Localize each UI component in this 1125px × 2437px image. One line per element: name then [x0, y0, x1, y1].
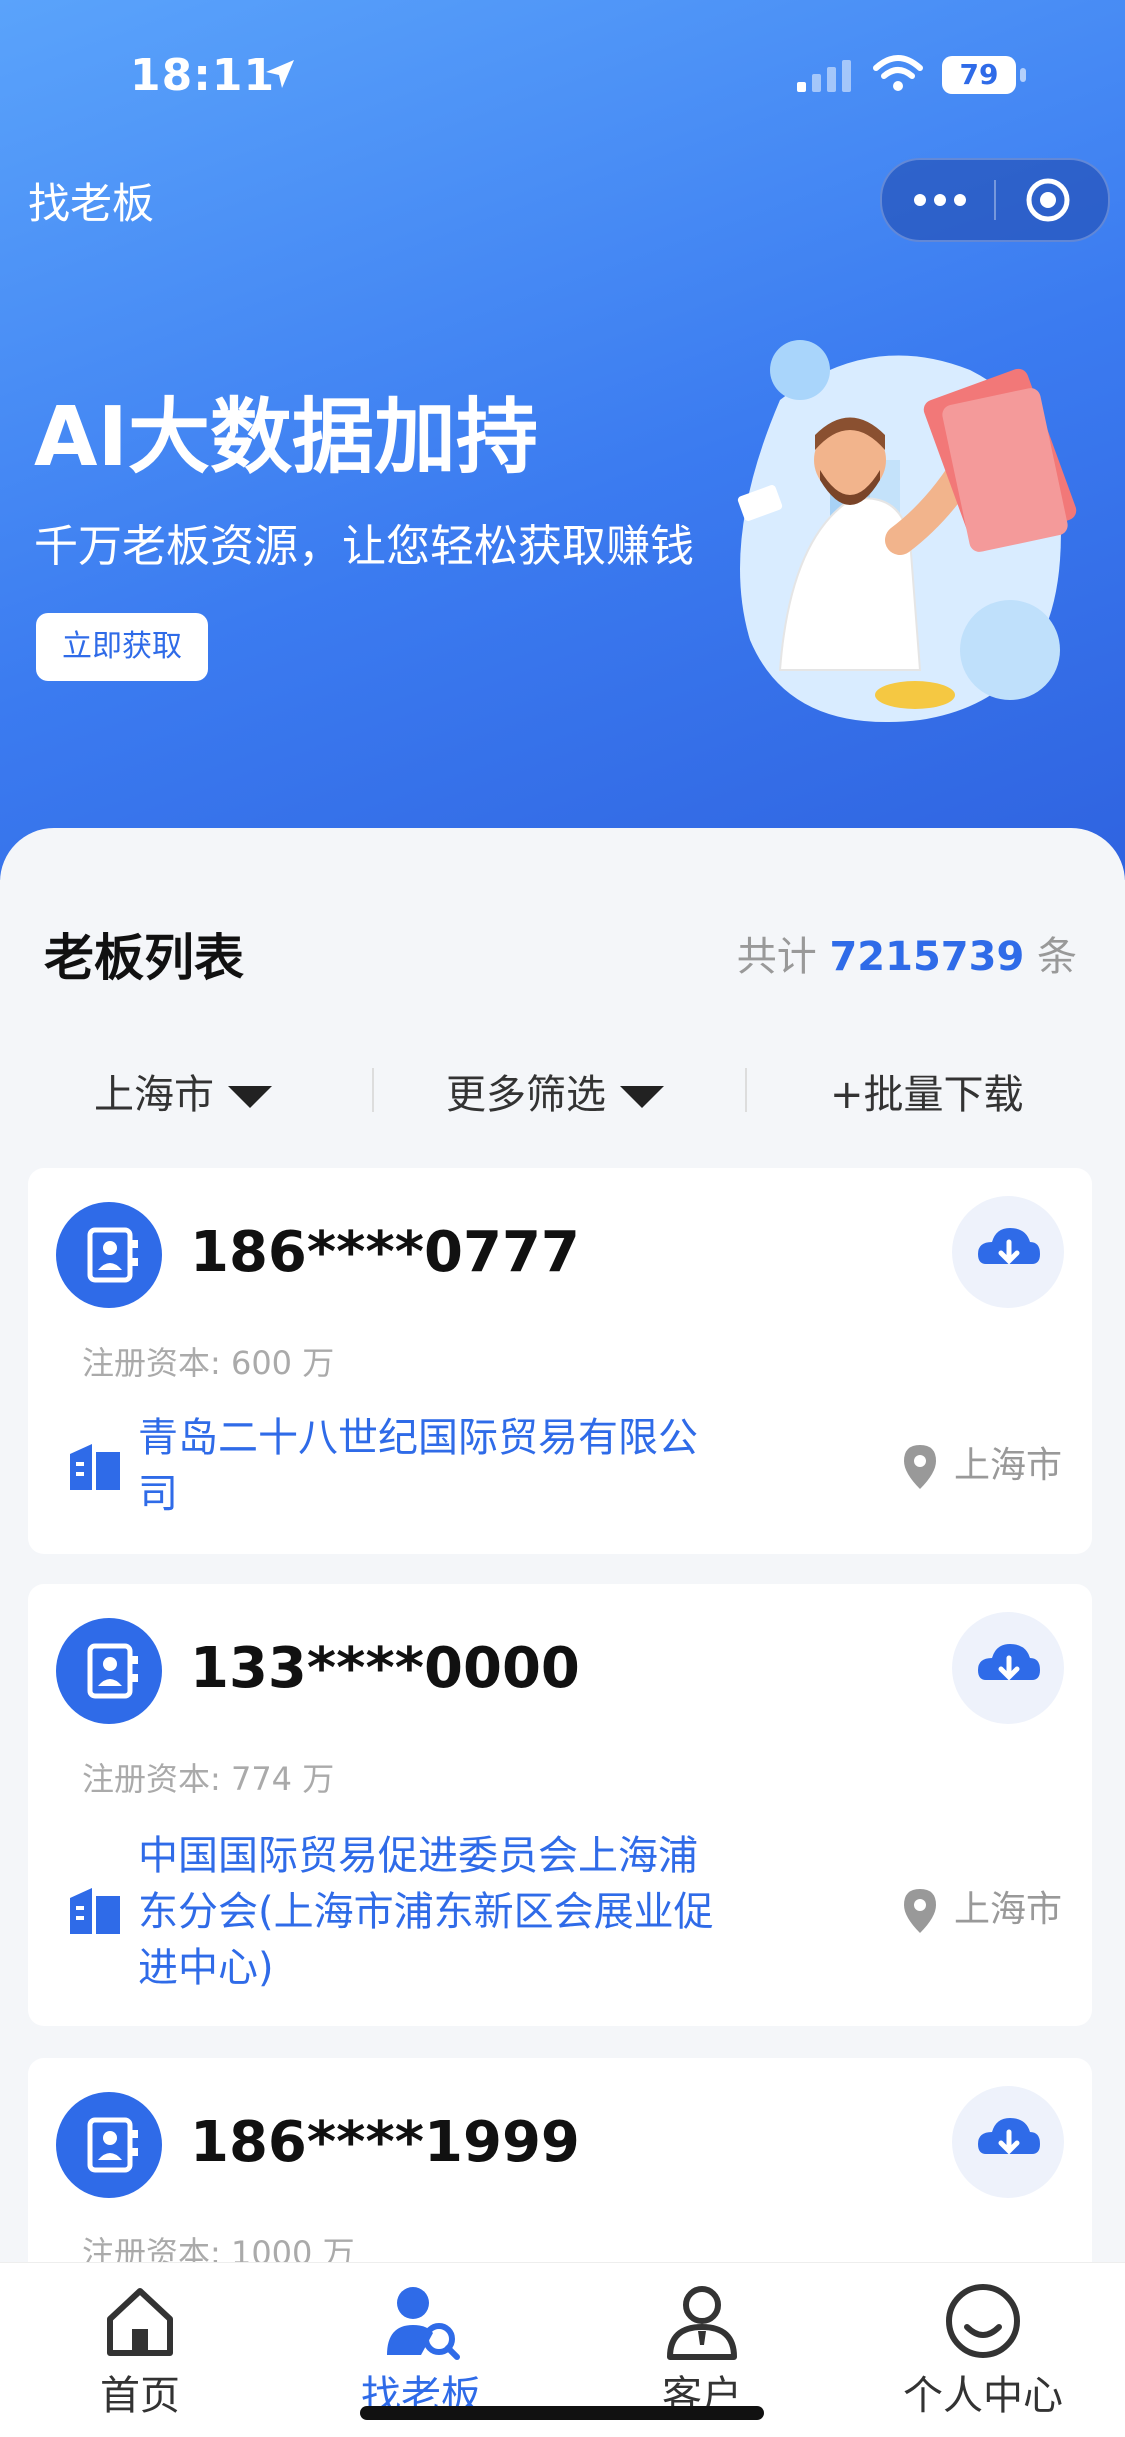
location-pin-icon	[903, 1889, 936, 1933]
city-filter[interactable]: 上海市	[94, 1062, 272, 1120]
status-time: 18:11	[130, 50, 276, 101]
banner-title: AI大数据加持	[34, 390, 538, 485]
phone-number: 186****0777	[190, 1220, 580, 1285]
building-icon	[70, 1888, 120, 1934]
home-icon	[107, 2288, 173, 2356]
battery-tip	[1020, 68, 1026, 82]
filter-divider	[372, 1068, 374, 1112]
location-text: 上海市	[953, 1445, 1062, 1486]
batch-download-button[interactable]: +批量下载	[830, 1062, 1024, 1120]
tab-profile[interactable]: 个人中心	[843, 2263, 1123, 2421]
tab-home[interactable]: 首页	[0, 2263, 280, 2421]
city-filter-label: 上海市	[94, 1072, 214, 1118]
miniapp-capsule	[880, 158, 1110, 242]
filter-bar: 上海市 更多筛选 +批量下载	[0, 1050, 1125, 1130]
banner-subtitle: 千万老板资源，让您轻松获取赚钱	[34, 521, 694, 572]
building-icon	[70, 1444, 120, 1490]
get-now-button[interactable]: 立即获取	[36, 613, 208, 681]
location-text: 上海市	[953, 1889, 1062, 1930]
battery-icon: 79	[942, 56, 1016, 94]
boss-list-title: 老板列表	[44, 929, 244, 987]
contact-book-icon	[56, 2092, 162, 2198]
phone-number: 133****0000	[190, 1636, 580, 1701]
battery-level: 79	[959, 58, 999, 91]
company-name-line: 青岛二十八世纪国际贸易有限公	[138, 1415, 698, 1461]
more-dots-icon[interactable]	[912, 186, 968, 214]
phone-number: 186****1999	[190, 2110, 580, 2175]
company-name[interactable]: 中国国际贸易促进委员会上海浦 东分会(上海市浦东新区会展业促 进中心)	[138, 1828, 808, 1996]
contact-book-icon	[56, 1202, 162, 1308]
company-name[interactable]: 青岛二十八世纪国际贸易有限公 司	[138, 1410, 808, 1522]
registered-capital: 注册资本: 600 万	[82, 1344, 335, 1382]
count-number: 7215739	[829, 934, 1025, 980]
location-pin-icon	[903, 1445, 936, 1489]
caret-down-icon	[620, 1086, 664, 1108]
contact-book-icon	[56, 1618, 162, 1724]
total-count: 共计 7215739 条	[737, 924, 1077, 982]
tab-home-label: 首页	[100, 2373, 180, 2419]
registered-capital: 注册资本: 774 万	[82, 1760, 335, 1798]
boss-card[interactable]: 186****1999 注册资本: 1000 万	[28, 2058, 1092, 2278]
tab-find-boss[interactable]: 找老板	[281, 2263, 561, 2421]
page-title: 找老板	[28, 179, 155, 228]
status-bar: 18:11 79	[0, 50, 1125, 110]
cloud-download-icon[interactable]	[952, 1196, 1064, 1308]
count-suffix: 条	[1037, 934, 1077, 980]
customer-icon	[667, 2286, 737, 2360]
location-arrow-icon	[266, 60, 294, 88]
cloud-download-icon[interactable]	[952, 1612, 1064, 1724]
smile-icon	[946, 2284, 1020, 2358]
company-name-line: 进中心)	[138, 1945, 274, 1991]
company-name-line: 司	[138, 1471, 178, 1517]
location: 上海市	[900, 1436, 1062, 1491]
cloud-download-icon[interactable]	[952, 2086, 1064, 2198]
company-name-line: 东分会(上海市浦东新区会展业促	[138, 1889, 714, 1935]
filter-divider	[745, 1068, 747, 1112]
more-filter-label: 更多筛选	[446, 1072, 606, 1118]
caret-down-icon	[228, 1086, 272, 1108]
boss-card[interactable]: 133****0000 注册资本: 774 万 中国国际贸易促进委员会上海浦 东…	[28, 1584, 1092, 2026]
close-miniapp-icon[interactable]	[1024, 176, 1072, 224]
hero-banner: 18:11 79 找老板 AI大数据加持 千万老板资源，让您轻松获取赚钱 立即获…	[0, 0, 1125, 880]
boss-card[interactable]: 186****0777 注册资本: 600 万 青岛二十八世纪国际贸易有限公 司…	[28, 1168, 1092, 1554]
find-boss-icon	[387, 2287, 460, 2360]
home-indicator	[360, 2406, 764, 2420]
tab-customers[interactable]: 客户	[562, 2263, 842, 2421]
location: 上海市	[900, 1880, 1062, 1935]
signal-icon	[797, 60, 851, 92]
wifi-icon	[873, 55, 923, 91]
banner-illustration	[737, 340, 1077, 723]
tab-profile-label: 个人中心	[903, 2373, 1063, 2419]
capsule-divider	[994, 180, 996, 220]
company-name-line: 中国国际贸易促进委员会上海浦	[138, 1833, 698, 1879]
more-filter[interactable]: 更多筛选	[446, 1062, 664, 1120]
count-prefix: 共计	[736, 934, 817, 980]
